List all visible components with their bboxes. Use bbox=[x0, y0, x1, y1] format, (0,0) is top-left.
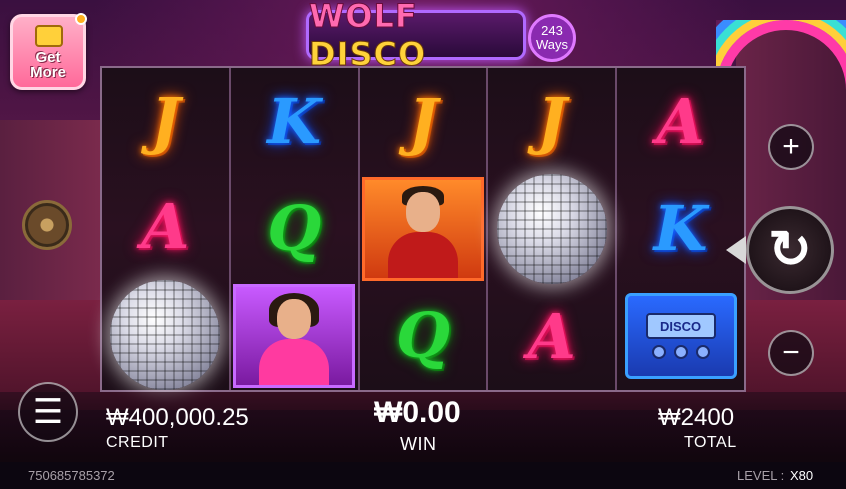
man-portrait-icon bbox=[361, 176, 484, 281]
gift-icon bbox=[35, 25, 63, 47]
spin-button[interactable]: ↻ bbox=[746, 206, 834, 294]
symbol-cell: Q bbox=[231, 175, 358, 282]
win-value: ₩0.00 bbox=[374, 396, 461, 429]
minus-icon: − bbox=[782, 336, 800, 369]
credit-label: CREDIT bbox=[106, 434, 169, 451]
symbol-cell bbox=[488, 174, 615, 284]
symbol-a: A bbox=[656, 84, 705, 158]
woman-portrait-icon bbox=[233, 284, 356, 389]
reel-1: J A bbox=[102, 68, 231, 390]
decrease-bet-button[interactable]: − bbox=[768, 330, 814, 376]
logo-word-1: WOLF bbox=[309, 0, 418, 36]
reel-4: J A bbox=[488, 68, 618, 390]
symbol-cell: J bbox=[488, 68, 615, 174]
reel-3: J Q bbox=[359, 68, 489, 390]
symbol-cell: A bbox=[617, 68, 744, 175]
hamburger-icon: ☰ bbox=[32, 393, 64, 431]
disco-ball-icon bbox=[496, 174, 607, 284]
reel-2: K Q bbox=[230, 68, 360, 390]
symbol-j: J bbox=[537, 84, 567, 157]
spin-icon: ↻ bbox=[768, 221, 812, 279]
symbol-k: K bbox=[653, 191, 708, 265]
turntable-decor bbox=[22, 200, 72, 250]
disco-ball-icon bbox=[110, 280, 221, 390]
symbol-cell: K bbox=[231, 68, 358, 175]
total-bet-label: TOTAL bbox=[684, 434, 737, 451]
footer-strip bbox=[0, 462, 846, 489]
get-more-label: Get More bbox=[30, 48, 66, 82]
reel-5: A K DISCO bbox=[617, 68, 744, 390]
symbol-j: J bbox=[408, 84, 438, 158]
win-label: WIN bbox=[400, 434, 437, 454]
symbol-cell: K bbox=[617, 175, 744, 282]
symbol-q: Q bbox=[267, 191, 322, 265]
radio-icon: DISCO bbox=[624, 293, 737, 380]
plus-icon: + bbox=[782, 130, 800, 163]
symbol-cell: A bbox=[488, 284, 615, 390]
symbol-k: K bbox=[267, 84, 322, 158]
radio-screen: DISCO bbox=[645, 313, 716, 340]
notification-dot bbox=[75, 13, 87, 25]
symbol-cell: A bbox=[102, 174, 229, 280]
credit-value: ₩400,000.25 bbox=[106, 404, 249, 431]
level-value: X80 bbox=[790, 468, 814, 483]
symbol-cell: DISCO bbox=[617, 283, 744, 390]
game-logo: WOLF DISCO bbox=[306, 0, 526, 74]
symbol-q: Q bbox=[395, 299, 450, 373]
symbol-cell: Q bbox=[360, 283, 487, 390]
symbol-cell bbox=[102, 280, 229, 390]
symbol-cell: J bbox=[102, 68, 229, 174]
get-more-button[interactable]: Get More bbox=[10, 13, 87, 90]
round-id: 750685785372 bbox=[28, 468, 115, 483]
symbol-a: A bbox=[527, 300, 576, 373]
symbol-cell bbox=[231, 283, 358, 390]
symbol-a: A bbox=[141, 190, 190, 263]
reel-grid: J A K Q J Q J A A K DISCO bbox=[100, 66, 746, 392]
level-label: LEVEL : bbox=[737, 468, 785, 483]
menu-button[interactable]: ☰ bbox=[18, 382, 78, 442]
total-bet-value: ₩2400 bbox=[658, 404, 735, 431]
symbol-cell bbox=[360, 175, 487, 282]
spin-pointer-icon bbox=[726, 236, 746, 264]
symbol-j: J bbox=[150, 84, 181, 157]
symbol-cell: J bbox=[360, 68, 487, 175]
ways-badge: 243 Ways bbox=[528, 14, 576, 62]
increase-bet-button[interactable]: + bbox=[768, 124, 814, 170]
